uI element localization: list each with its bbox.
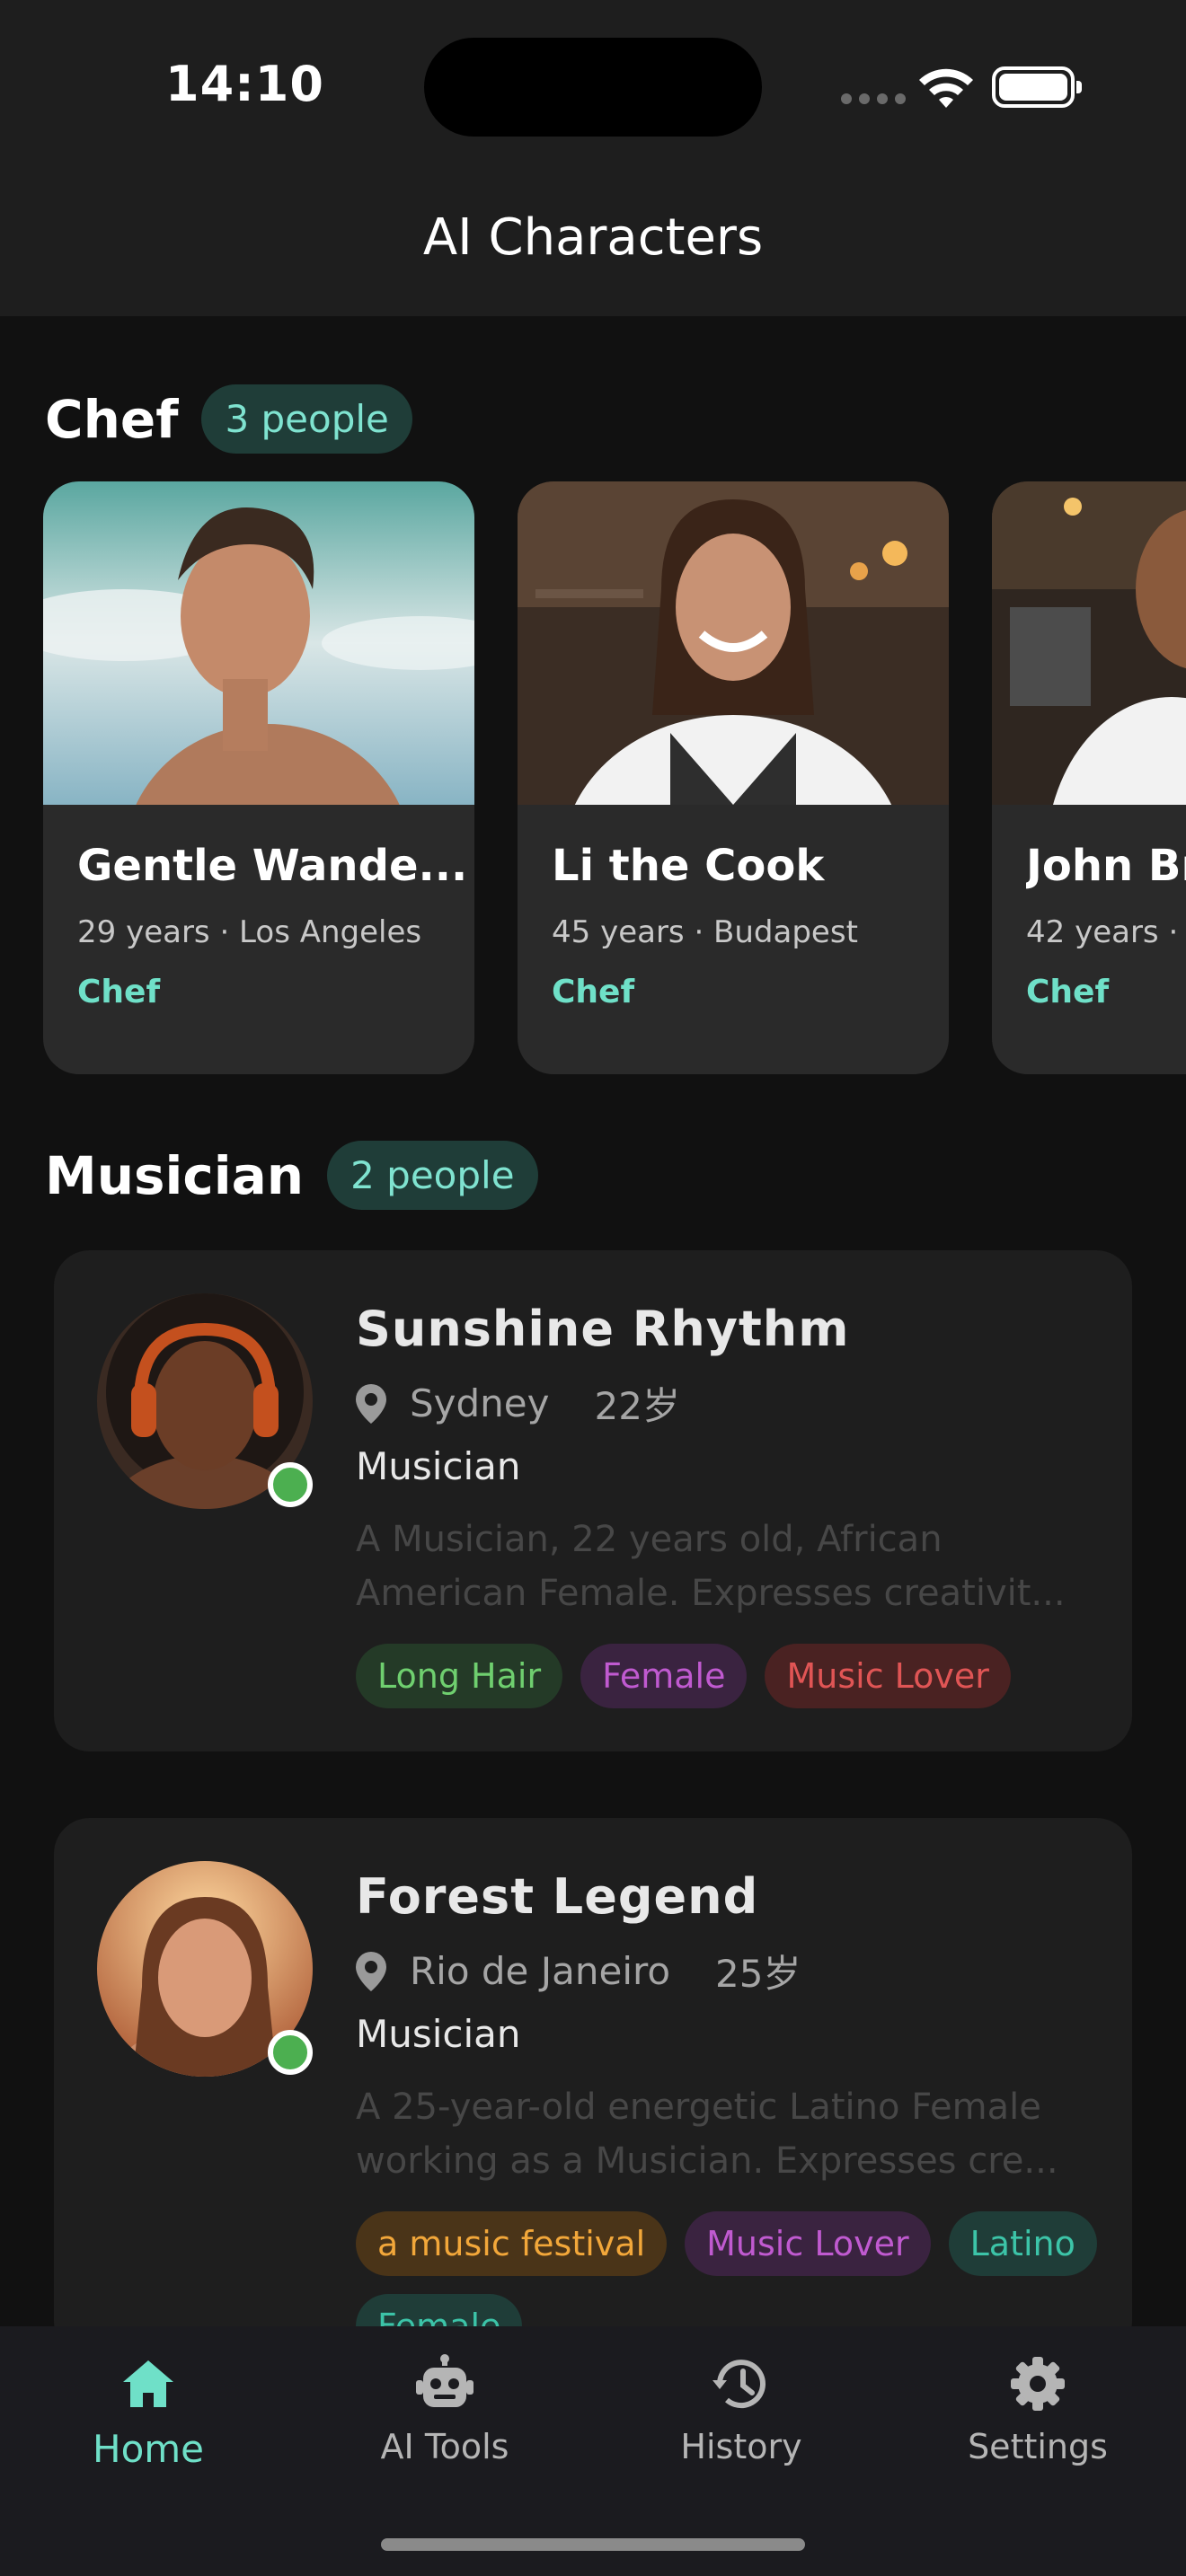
chef-card[interactable]: John Br 42 years · Chef <box>992 481 1186 1074</box>
battery-icon <box>992 66 1082 108</box>
robot-icon <box>416 2354 474 2407</box>
tab-label: Settings <box>968 2427 1108 2466</box>
tab-home[interactable]: Home <box>0 2353 296 2471</box>
tab-history[interactable]: History <box>593 2353 890 2466</box>
location-pin-icon <box>356 1383 386 1424</box>
age-text: 25岁 <box>715 1952 801 1996</box>
tag: Music Lover <box>765 1644 1011 1708</box>
tab-label: History <box>680 2427 802 2466</box>
online-status-indicator <box>268 1462 313 1507</box>
character-name: Sunshine Rhythm <box>356 1301 850 1357</box>
online-status-indicator <box>268 2030 313 2075</box>
home-icon <box>123 2360 173 2407</box>
wifi-icon <box>919 68 973 108</box>
character-role: Musician <box>356 2012 521 2056</box>
tag: Female <box>580 1644 748 1708</box>
character-photo <box>992 481 1186 805</box>
character-name: Gentle Wande... <box>77 841 464 891</box>
count-badge: 2 people <box>327 1141 538 1210</box>
tab-settings[interactable]: Settings <box>890 2353 1186 2466</box>
cellular-signal-icon <box>841 93 906 104</box>
tag: Latino <box>948 2211 1097 2276</box>
chef-carousel[interactable]: Gentle Wande... 29 years · Los Angeles C… <box>0 481 1186 1076</box>
tab-label: AI Tools <box>380 2427 509 2466</box>
status-time: 14:10 <box>165 56 324 112</box>
app-header: 14:10 AI Characters <box>0 0 1186 316</box>
location-text: Rio de Janeiro <box>410 1949 671 1993</box>
dynamic-island <box>424 38 762 137</box>
tag: Long Hair <box>356 1644 563 1708</box>
tab-ai-tools[interactable]: AI Tools <box>296 2353 593 2466</box>
page-title: AI Characters <box>422 208 764 267</box>
character-location: Rio de Janeiro 25岁 <box>356 1944 801 1998</box>
section-header-chef: Chef 3 people <box>45 384 412 454</box>
character-description: A Musician, 22 years old, African Americ… <box>356 1519 1066 1614</box>
home-indicator[interactable] <box>381 2538 805 2551</box>
character-name: John Br <box>1026 841 1186 891</box>
chef-card[interactable]: Gentle Wande... 29 years · Los Angeles C… <box>43 481 474 1074</box>
character-photo <box>518 481 949 805</box>
character-meta: 42 years · <box>1026 914 1179 950</box>
gear-icon <box>1011 2357 1065 2411</box>
section-title: Musician <box>45 1144 305 1206</box>
tag: a music festival <box>356 2211 668 2276</box>
tag: Music Lover <box>685 2211 931 2276</box>
character-role: Chef <box>552 974 635 1010</box>
character-role: Chef <box>1026 974 1110 1010</box>
character-description: A 25-year-old energetic Latino Female wo… <box>356 2086 1058 2182</box>
location-text: Sydney <box>410 1381 550 1425</box>
tab-label: Home <box>92 2427 205 2471</box>
character-photo <box>43 481 474 805</box>
section-title: Chef <box>45 388 179 450</box>
character-meta: 45 years · Budapest <box>552 914 858 950</box>
character-name: Forest Legend <box>356 1868 759 1925</box>
character-name: Li the Cook <box>552 841 825 891</box>
character-role: Chef <box>77 974 161 1010</box>
tag-list: Long Hair Female Music Lover <box>356 1644 1111 1708</box>
character-meta: 29 years · Los Angeles <box>77 914 422 950</box>
musician-card[interactable]: Forest Legend Rio de Janeiro 25岁 Musicia… <box>54 1818 1132 2357</box>
section-header-musician: Musician 2 people <box>45 1141 538 1210</box>
character-location: Sydney 22岁 <box>356 1376 680 1431</box>
chef-card[interactable]: Li the Cook 45 years · Budapest Chef <box>518 481 949 1074</box>
count-badge: 3 people <box>201 384 412 454</box>
musician-card[interactable]: Sunshine Rhythm Sydney 22岁 Musician A Mu… <box>54 1250 1132 1751</box>
location-pin-icon <box>356 1951 386 1991</box>
history-icon <box>712 2360 766 2409</box>
character-role: Musician <box>356 1444 521 1488</box>
age-text: 22岁 <box>594 1384 680 1428</box>
